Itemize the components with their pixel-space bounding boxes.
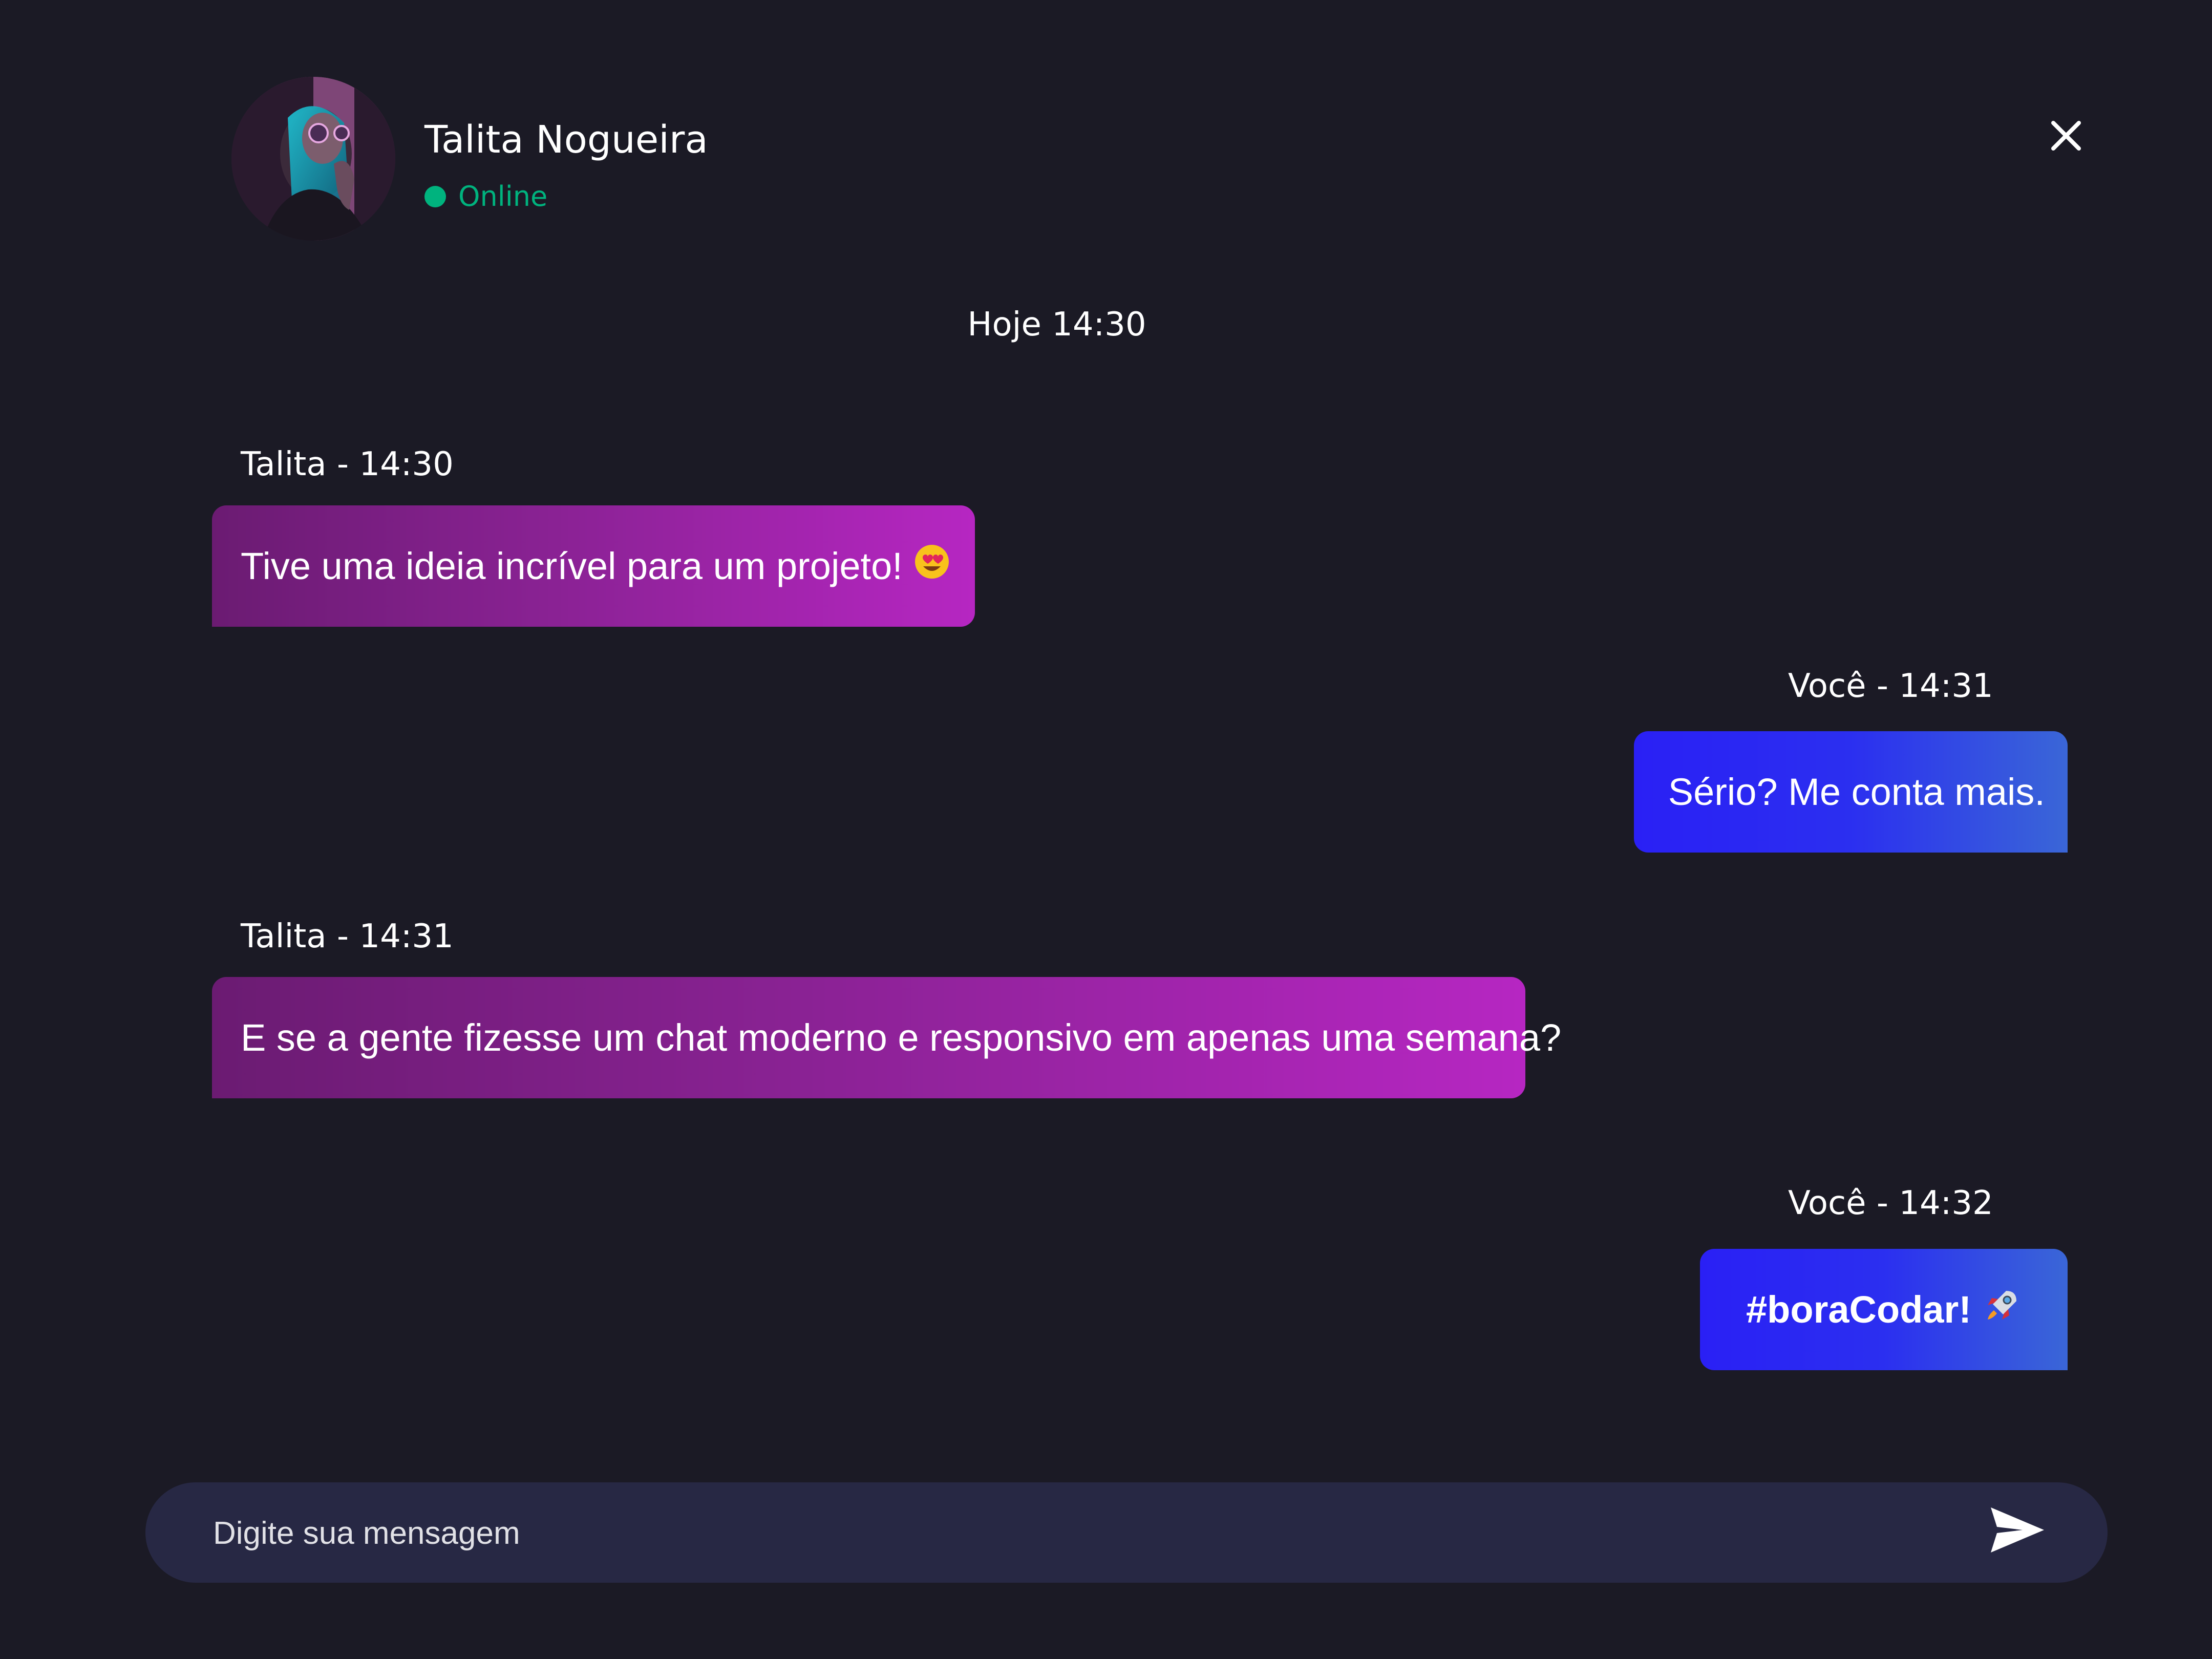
heart-eyes-emoji [914,544,950,588]
avatar-image [231,77,395,241]
message-composer [145,1482,2108,1584]
chat-window: Talita Nogueira Online Hoje 14:30 Talita… [0,0,2212,1659]
day-divider: Hoje 14:30 [967,306,1146,344]
message-bubble-outgoing: #boraCodar! [1700,1249,2068,1370]
message-meta: Talita - 14:30 [241,445,454,483]
status-indicator: Online [424,180,547,212]
rocket-emoji [1983,1286,2022,1333]
message-text: Tive uma ideia incrível para um projeto! [241,545,903,587]
message-meta: Você - 14:31 [1788,667,1993,705]
avatar [231,77,395,241]
send-icon [1991,1507,2044,1552]
message-text: #boraCodar! [1746,1288,1971,1331]
message-input[interactable] [212,1482,1955,1584]
message-meta: Talita - 14:31 [241,918,454,955]
message-text: Sério? Me conta mais. [1668,771,2045,813]
message-bubble-outgoing: Sério? Me conta mais. [1634,731,2068,853]
message-bubble-incoming: Tive uma ideia incrível para um projeto! [212,505,975,627]
status-text: Online [458,180,548,212]
send-button[interactable] [1989,1504,2046,1556]
message-meta: Você - 14:32 [1788,1184,1993,1222]
online-dot-icon [424,185,446,207]
close-button[interactable] [2043,113,2089,159]
close-icon [2051,121,2081,151]
message-text: E se a gente fizesse um chat moderno e r… [241,1016,1562,1059]
message-bubble-incoming: E se a gente fizesse um chat moderno e r… [212,977,1561,1098]
contact-name: Talita Nogueira [424,118,708,162]
